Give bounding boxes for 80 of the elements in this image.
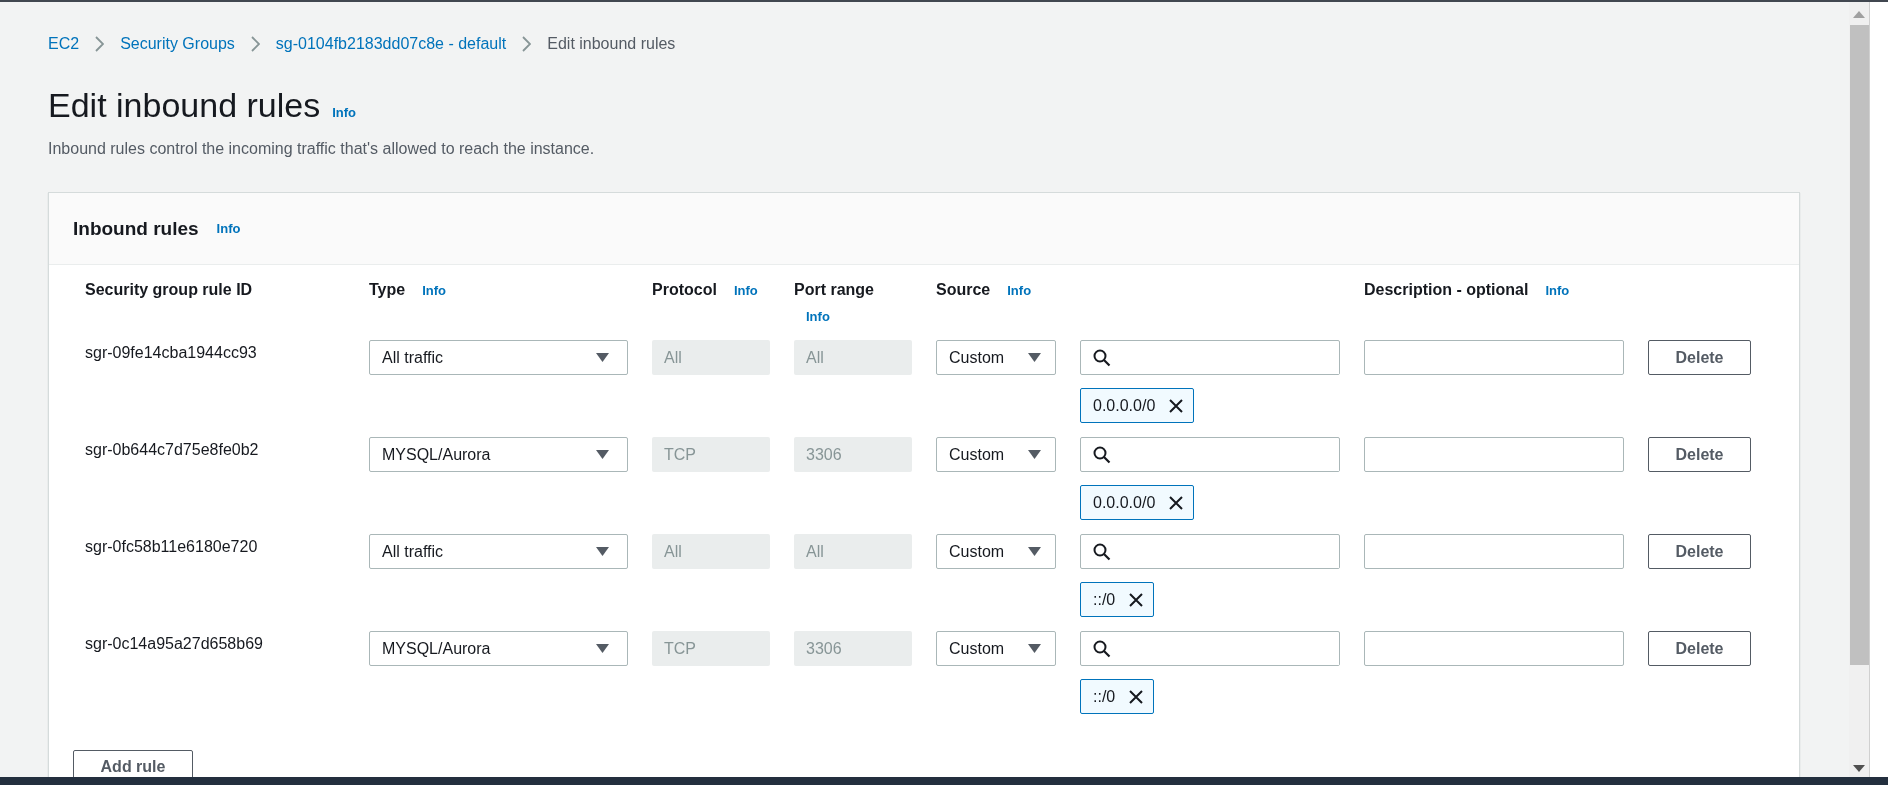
description-field[interactable] xyxy=(1364,340,1624,375)
type-select[interactable]: All traffic xyxy=(369,340,628,375)
caret-down-icon xyxy=(596,353,609,362)
column-header: Protocol xyxy=(652,281,717,299)
description-field[interactable] xyxy=(1364,534,1624,569)
chevron-right-icon xyxy=(522,36,532,52)
cidr-search-field[interactable] xyxy=(1080,631,1340,666)
info-link[interactable]: Info xyxy=(806,309,830,324)
page-title: Edit inbound rules xyxy=(48,85,321,126)
column-header: Type xyxy=(369,281,406,299)
caret-down-icon xyxy=(1028,450,1041,459)
source-select[interactable]: Custom xyxy=(936,534,1056,569)
page-description: Inbound rules control the incoming traffic that's allowed to reach the instance. xyxy=(48,140,596,158)
delete-button[interactable]: Delete xyxy=(1648,534,1751,569)
search-icon xyxy=(1093,348,1111,367)
breadcrumb-current: Edit inbound rules xyxy=(547,35,676,53)
source-select[interactable]: Custom xyxy=(936,437,1056,472)
column-header: Port range xyxy=(794,281,874,299)
info-link[interactable]: Info xyxy=(216,221,241,236)
cidr-token: ::/0 xyxy=(1080,679,1155,714)
rule-id: sgr-0b644c7d75e8fe0b2 xyxy=(85,440,260,459)
panel-title: Inbound rules xyxy=(73,217,199,240)
info-link[interactable]: Info xyxy=(332,105,356,120)
caret-down-icon xyxy=(1028,644,1041,653)
source-select[interactable]: Custom xyxy=(936,340,1056,375)
caret-down-icon xyxy=(596,450,609,459)
protocol-field: All xyxy=(652,534,770,569)
search-icon xyxy=(1093,639,1111,658)
rule-id: sgr-09fe14cba1944cc93 xyxy=(85,343,258,362)
chevron-right-icon xyxy=(250,36,260,52)
close-icon[interactable] xyxy=(1129,592,1144,607)
scroll-down-icon[interactable] xyxy=(1853,765,1865,773)
caret-down-icon xyxy=(1028,547,1041,556)
close-icon[interactable] xyxy=(1169,398,1184,413)
breadcrumb-link[interactable]: Security Groups xyxy=(120,35,235,53)
search-icon xyxy=(1093,445,1111,464)
info-link[interactable]: Info xyxy=(1545,283,1570,298)
cidr-token: 0.0.0.0/0 xyxy=(1080,485,1195,520)
cidr-token: ::/0 xyxy=(1080,582,1155,617)
port-range-field: All xyxy=(794,340,912,375)
description-field[interactable] xyxy=(1364,631,1624,666)
scrollbar[interactable] xyxy=(1849,2,1870,777)
type-select[interactable]: MYSQL/Aurora xyxy=(369,437,628,472)
delete-button[interactable]: Delete xyxy=(1648,340,1751,375)
caret-down-icon xyxy=(596,644,609,653)
info-link[interactable]: Info xyxy=(1007,283,1032,298)
protocol-field: TCP xyxy=(652,437,770,472)
column-header: Description - optional xyxy=(1364,281,1529,299)
close-icon[interactable] xyxy=(1129,689,1144,704)
port-range-field: All xyxy=(794,534,912,569)
cidr-search-field[interactable] xyxy=(1080,534,1340,569)
delete-button[interactable]: Delete xyxy=(1648,437,1751,472)
protocol-field: TCP xyxy=(652,631,770,666)
column-header: Security group rule ID xyxy=(85,281,253,299)
scroll-up-icon[interactable] xyxy=(1853,10,1865,18)
cidr-search-field[interactable] xyxy=(1080,340,1340,375)
caret-down-icon xyxy=(1028,353,1041,362)
rule-id: sgr-0fc58b11e6180e720 xyxy=(85,537,259,556)
info-link[interactable]: Info xyxy=(733,283,758,298)
port-range-field: 3306 xyxy=(794,631,912,666)
info-link[interactable]: Info xyxy=(422,283,446,298)
close-icon[interactable] xyxy=(1169,495,1184,510)
breadcrumb-link[interactable]: sg-0104fb2183dd07c8e - default xyxy=(275,35,507,53)
search-icon xyxy=(1093,542,1111,561)
port-range-field: 3306 xyxy=(794,437,912,472)
source-select[interactable]: Custom xyxy=(936,631,1056,666)
rule-id: sgr-0c14a95a27d658b69 xyxy=(85,634,264,653)
type-select[interactable]: MYSQL/Aurora xyxy=(369,631,628,666)
protocol-field: All xyxy=(652,340,770,375)
column-header: Source xyxy=(936,281,991,299)
add-rule-button[interactable]: Add rule xyxy=(73,750,193,777)
breadcrumb-link[interactable]: EC2 xyxy=(48,35,80,53)
chevron-right-icon xyxy=(95,36,105,52)
cidr-token: 0.0.0.0/0 xyxy=(1080,388,1195,423)
type-select[interactable]: All traffic xyxy=(369,534,628,569)
description-field[interactable] xyxy=(1364,437,1624,472)
cidr-search-field[interactable] xyxy=(1080,437,1340,472)
scrollbar-thumb[interactable] xyxy=(1849,25,1869,665)
caret-down-icon xyxy=(596,547,609,556)
delete-button[interactable]: Delete xyxy=(1648,631,1751,666)
